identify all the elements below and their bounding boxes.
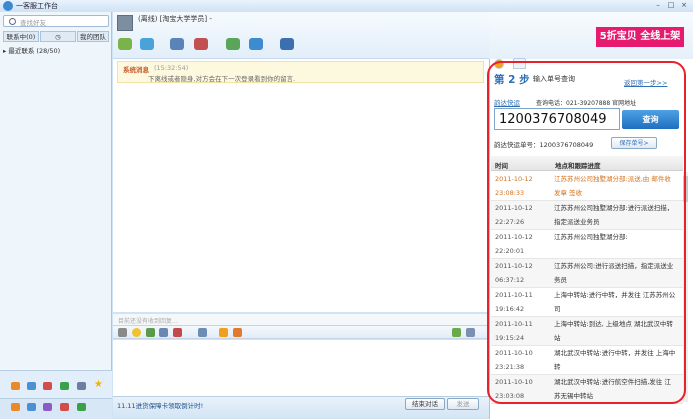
minimize-button[interactable]: – [652,1,664,10]
maximize-button[interactable]: □ [665,1,677,10]
search-icon [9,18,16,25]
send-button[interactable]: 发送 [447,398,479,410]
add-icon[interactable] [226,38,240,50]
heart-icon[interactable] [233,328,242,337]
emoticon-icon[interactable] [132,328,141,337]
search-input[interactable]: 查找好友 [3,15,109,27]
format-toolbar [113,325,489,339]
system-message: 系统消息 (15:32:54) 下离线或者隐身,对方会在下一次登录看到你的留言. [117,61,484,83]
tab-contacting[interactable]: 联系中(0) [3,31,39,42]
history-icon[interactable] [452,328,461,337]
app-icon-4[interactable] [60,382,69,390]
footer-icon-2[interactable] [27,403,36,411]
footer-icon-5[interactable] [77,403,86,411]
system-message-text: 下离线或者隐身,对方会在下一次登录看到你的留言. [148,75,296,83]
system-message-time: (15:32:54) [154,64,189,72]
capture-icon[interactable] [173,328,182,337]
app-icon-2[interactable] [27,382,36,390]
promo-link[interactable]: 11.11进货保障卡领取倒计时! [117,400,203,410]
app-icon-3[interactable] [43,382,52,390]
quick-reply-icon[interactable] [198,328,207,337]
screenshot-icon[interactable] [159,328,168,337]
buddy-name: (离线) [淘宝大学学员] - [138,15,212,23]
more-icon[interactable] [466,328,475,337]
app-icon-1[interactable] [11,382,20,390]
system-message-title: 系统消息 [123,66,149,74]
app-icon-5[interactable] [77,382,86,390]
search-placeholder: 查找好友 [20,19,46,27]
highlight-circle [487,61,686,404]
file-transfer-icon[interactable] [140,38,154,50]
back-arrow-icon[interactable] [118,38,132,50]
footer-icon-3[interactable] [43,403,52,411]
contacts-panel [0,12,112,419]
star-icon[interactable]: ★ [94,379,103,390]
message-area [113,58,489,312]
window-title: 一客服工作台 [16,2,58,10]
end-chat-button[interactable]: 结束对话 [405,398,445,410]
title-bar [0,0,693,12]
buddy-avatar[interactable] [117,15,133,31]
footer-icon-1[interactable] [11,403,20,411]
flower-icon[interactable] [219,328,228,337]
image-icon[interactable] [146,328,155,337]
camera-icon[interactable] [194,38,208,50]
tree-item-recent[interactable]: ▸ 最近联系 (28/50) [3,45,109,57]
promo-banner[interactable]: 5折宝贝 全线上架 [596,27,684,47]
microphone-icon[interactable] [170,38,184,50]
app-logo-icon [3,1,13,11]
font-icon[interactable] [118,328,127,337]
tab-my-team[interactable]: 我的团队 [77,31,109,42]
globe-icon[interactable] [249,38,263,50]
footer-icon-4[interactable] [60,403,69,411]
clock-icon: ◷ [55,33,61,41]
input-hint: 目前还没有收到回复... [118,318,178,325]
tab-recent[interactable]: ◷ [40,31,76,42]
close-window-button[interactable]: × [678,1,690,10]
team-icon[interactable] [280,38,294,50]
message-input[interactable] [113,340,489,396]
